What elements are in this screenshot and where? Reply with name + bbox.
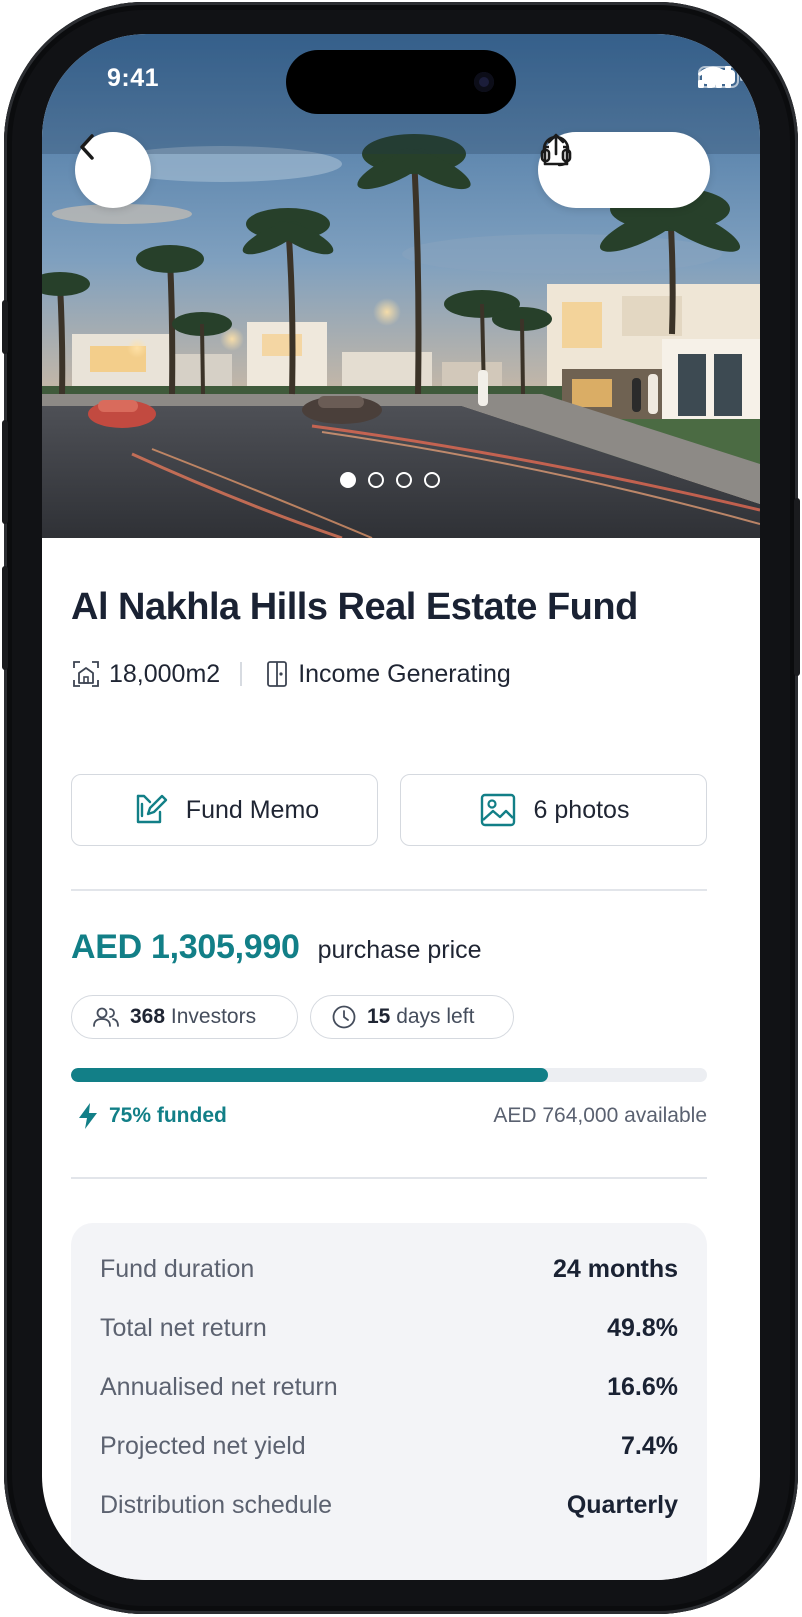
stat-value: 24 months: [552, 1254, 678, 1283]
action-button: [2, 300, 8, 354]
days-left-chip: 15 days left: [310, 995, 514, 1039]
meta-separator: [240, 662, 243, 686]
users-icon: [93, 1007, 119, 1027]
investors-chip: 368 Investors: [71, 995, 298, 1039]
stat-row: Fund duration 24 months: [100, 1251, 678, 1287]
share-icon: [543, 133, 569, 166]
dynamic-island: [286, 50, 516, 114]
stat-value: 7.4%: [621, 1431, 678, 1460]
category-info: Income Generating: [264, 659, 511, 689]
funding-progress-bar: [71, 1068, 707, 1082]
clock-icon: [332, 1005, 356, 1029]
funded-status: 75% funded: [77, 1102, 227, 1130]
battery-icon: [698, 66, 743, 88]
fund-title: Al Nakhla Hills Real Estate Fund: [71, 586, 638, 628]
property-hero-image[interactable]: 9:41: [42, 34, 760, 538]
carousel-dot[interactable]: [424, 472, 440, 488]
lightning-icon: [79, 1103, 97, 1129]
fund-stats-card: Fund duration 24 months Total net return 49…: [71, 1223, 707, 1580]
available-amount: AED 764,000 available: [493, 1104, 707, 1127]
stat-label: Fund duration: [100, 1254, 255, 1283]
purchase-price-label: purchase price: [317, 936, 482, 964]
app-screen: 9:41 Al Nakhla Hills Real Estate Fund 18…: [42, 34, 760, 1580]
stat-row: Annualised net return 16.6%: [100, 1369, 678, 1405]
status-time: 9:41: [107, 64, 160, 92]
front-camera: [474, 72, 494, 92]
photos-label: 6 photos: [533, 795, 630, 824]
investors-label: Investors: [170, 1005, 257, 1028]
building-area-icon: [73, 661, 99, 687]
purchase-price: AED 1,305,990: [71, 928, 300, 966]
stat-value: 49.8%: [607, 1313, 678, 1342]
door-icon: [267, 661, 288, 687]
carousel-dot[interactable]: [396, 472, 412, 488]
stat-label: Total net return: [100, 1313, 267, 1342]
section-divider: [71, 889, 707, 891]
area-info: 18,000m2: [71, 659, 220, 689]
photos-button[interactable]: 6 photos: [400, 774, 707, 846]
days-text: 15 days left: [367, 1005, 474, 1029]
fund-memo-label: Fund Memo: [185, 795, 320, 824]
stat-label: Projected net yield: [100, 1431, 306, 1460]
days-count: 15: [367, 1005, 391, 1028]
back-arrow-icon: [80, 134, 94, 160]
carousel-indicator[interactable]: [340, 472, 440, 488]
price-row: AED 1,305,990 purchase price: [71, 928, 482, 967]
power-button: [794, 498, 800, 676]
image-icon: [480, 793, 515, 827]
funded-label: 75% funded: [109, 1104, 227, 1127]
back-button[interactable]: [75, 132, 151, 208]
stat-label: Annualised net return: [100, 1372, 338, 1401]
days-label: days left: [396, 1005, 475, 1028]
stat-row: Distribution schedule Quarterly: [100, 1487, 678, 1523]
category-value: Income Generating: [298, 659, 511, 688]
investors-text: 368 Investors: [130, 1005, 256, 1029]
fund-meta: 18,000m2 Income Generating: [71, 656, 511, 692]
stat-value: Quarterly: [566, 1490, 678, 1519]
carousel-dot[interactable]: [340, 472, 356, 488]
hero-actions: [538, 132, 710, 208]
stat-row: Total net return 49.8%: [100, 1310, 678, 1346]
volume-down-button: [2, 566, 8, 670]
funding-progress-fill: [71, 1068, 548, 1082]
volume-up-button: [2, 420, 8, 524]
stat-value: 16.6%: [607, 1372, 678, 1401]
investors-count: 368: [130, 1005, 166, 1028]
section-divider: [71, 1177, 707, 1179]
share-button[interactable]: [543, 133, 685, 195]
fund-memo-button[interactable]: Fund Memo: [71, 774, 378, 846]
stat-row: Projected net yield 7.4%: [100, 1428, 678, 1464]
stat-label: Distribution schedule: [100, 1490, 333, 1519]
document-edit-icon: [136, 794, 167, 824]
carousel-dot[interactable]: [368, 472, 384, 488]
area-value: 18,000m2: [109, 659, 221, 688]
